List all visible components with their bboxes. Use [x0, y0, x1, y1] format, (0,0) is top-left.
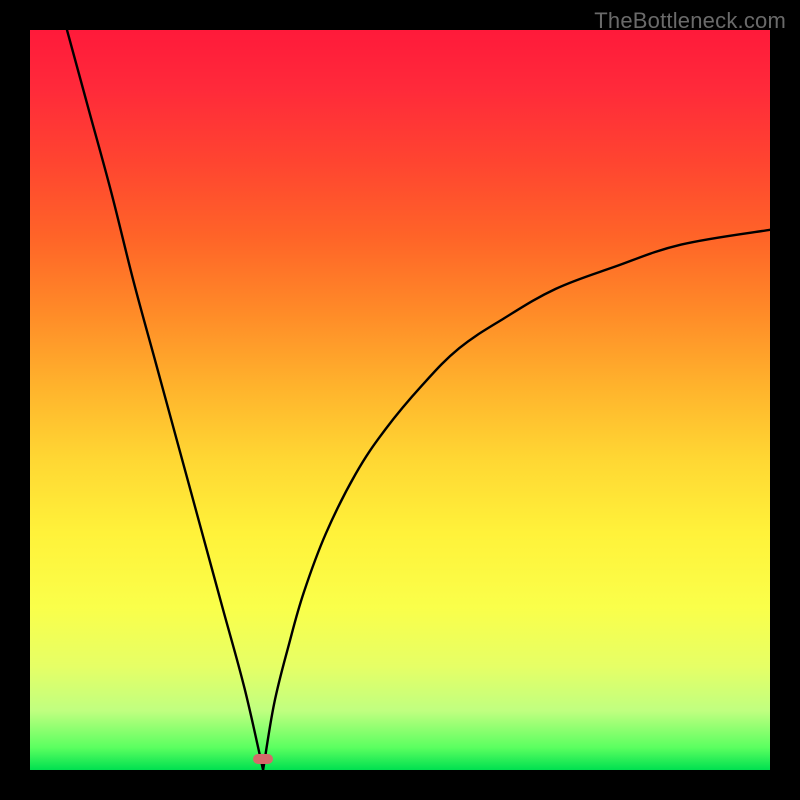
chart-frame: TheBottleneck.com — [0, 0, 800, 800]
bottleneck-curve — [30, 30, 770, 770]
optimal-point-marker — [253, 754, 273, 764]
watermark-text: TheBottleneck.com — [594, 8, 786, 34]
curve-path — [67, 30, 770, 770]
plot-area — [30, 30, 770, 770]
